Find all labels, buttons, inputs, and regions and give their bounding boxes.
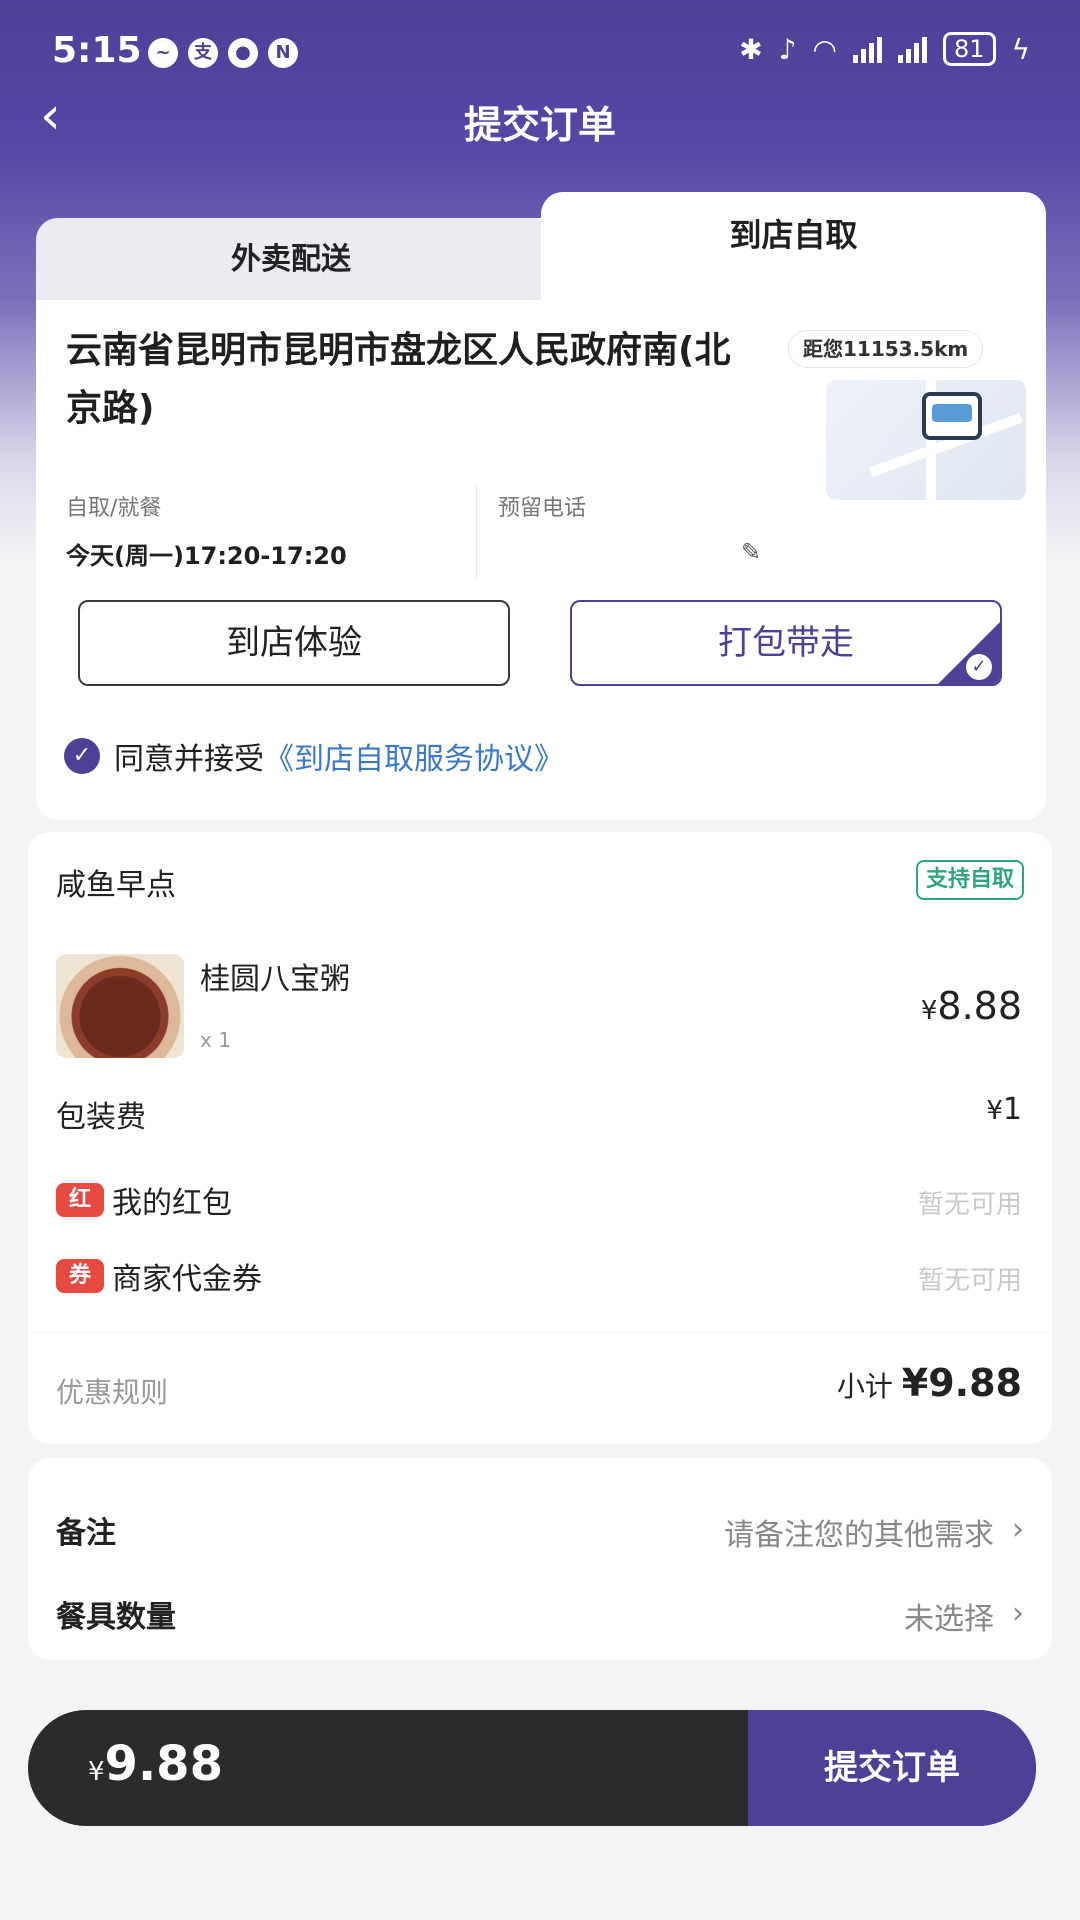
tab-delivery[interactable]: 外卖配送 bbox=[36, 218, 546, 302]
currency-symbol: ¥ bbox=[920, 996, 938, 1026]
subtotal-amount: ¥9.88 bbox=[901, 1361, 1022, 1405]
fulfillment-tabs: 外卖配送 到店自取 bbox=[36, 192, 1046, 302]
item-price: ¥8.88 bbox=[921, 984, 1022, 1028]
subtotal-row: 优惠规则 小计 ¥9.88 bbox=[28, 1332, 1052, 1444]
pickup-time-label: 自取/就餐 bbox=[66, 496, 162, 521]
tableware-label: 餐具数量 bbox=[56, 1600, 176, 1635]
store-address: 云南省昆明市昆明市盘龙区人民政府南(北京路) bbox=[66, 330, 731, 429]
wifi-icon: ◠ bbox=[812, 32, 837, 66]
store-icon bbox=[922, 392, 982, 440]
packaging-fee: ¥1 bbox=[986, 1092, 1022, 1127]
nfc-icon: N bbox=[268, 38, 298, 68]
promo-rules-link[interactable]: 优惠规则 bbox=[56, 1371, 168, 1411]
order-total-value: 9.88 bbox=[104, 1736, 223, 1792]
packaging-fee-value: 1 bbox=[1002, 1092, 1022, 1127]
message-icon: ● bbox=[228, 38, 258, 68]
subtotal: 小计 ¥9.88 bbox=[837, 1361, 1022, 1405]
mute-icon: ♪ bbox=[778, 32, 797, 66]
store-icon-awning bbox=[932, 404, 972, 422]
packaging-row: 包装费 ¥1 bbox=[56, 1092, 1022, 1136]
remark-row[interactable]: 备注 请备注您的其他需求 › bbox=[56, 1508, 1024, 1558]
chevron-right-icon: › bbox=[1012, 1596, 1024, 1631]
alipay-icon: 支 bbox=[188, 38, 218, 68]
tableware-row[interactable]: 餐具数量 未选择 › bbox=[56, 1592, 1024, 1642]
battery-indicator: 81 bbox=[942, 32, 996, 66]
page-title: 提交订单 bbox=[463, 103, 616, 147]
shop-name: 咸鱼早点 bbox=[56, 868, 176, 903]
system-icons: ✱ ♪ ◠ 81 ϟ bbox=[739, 32, 1030, 66]
bluetooth-icon: ✱ bbox=[739, 32, 763, 66]
order-card: 咸鱼早点 支持自取 桂圆八宝粥 x 1 ¥8.88 包装费 ¥1 红我的红包 暂… bbox=[28, 832, 1052, 1444]
pencil-icon[interactable]: ✎ bbox=[741, 538, 771, 568]
red-packet-label-group: 红我的红包 bbox=[56, 1178, 232, 1222]
info-divider bbox=[476, 485, 477, 580]
currency-symbol: ¥ bbox=[986, 1096, 1003, 1126]
pickup-time-value[interactable]: 今天(周一)17:20-17:20 bbox=[66, 536, 347, 571]
agreement-link[interactable]: 《到店自取服务协议》 bbox=[264, 734, 564, 778]
signal-icon-2 bbox=[897, 35, 927, 63]
pickup-support-badge: 支持自取 bbox=[915, 860, 1024, 900]
status-time: 5:15 bbox=[52, 30, 142, 71]
takeaway-label: 打包带走 bbox=[718, 623, 854, 663]
voucher-row[interactable]: 券商家代金券 暂无可用 bbox=[56, 1254, 1022, 1298]
red-packet-label: 我的红包 bbox=[112, 1186, 232, 1221]
phone-label: 预留电话 bbox=[498, 496, 587, 521]
red-packet-row[interactable]: 红我的红包 暂无可用 bbox=[56, 1178, 1022, 1222]
packaging-label: 包装费 bbox=[56, 1100, 146, 1135]
navigation-bar: ‹ 提交订单 bbox=[0, 90, 1080, 150]
currency-symbol: ¥ bbox=[88, 1757, 105, 1787]
agreement-checkbox[interactable]: ✓ bbox=[64, 738, 100, 774]
item-price-value: 8.88 bbox=[937, 984, 1022, 1028]
takeaway-button[interactable]: 打包带走 ✓ bbox=[570, 600, 1002, 686]
agreement-row: ✓ 同意并接受 《到店自取服务协议》 bbox=[64, 734, 564, 778]
distance-badge: 距您11153.5km bbox=[788, 330, 984, 368]
charging-icon: ϟ bbox=[1011, 32, 1030, 66]
agreement-text: 同意并接受 bbox=[114, 742, 264, 777]
red-packet-tag: 红 bbox=[56, 1183, 104, 1217]
item-name: 桂圆八宝粥 bbox=[200, 962, 350, 997]
status-bar: 5:15 ~ 支 ● N ✱ ♪ ◠ 81 ϟ bbox=[0, 0, 1080, 100]
checkout-bar: ¥9.88 提交订单 bbox=[28, 1710, 1036, 1826]
tab-pickup[interactable]: 到店自取 bbox=[541, 192, 1046, 302]
voucher-label-group: 券商家代金券 bbox=[56, 1254, 262, 1298]
app-notification-icon: ~ bbox=[148, 38, 178, 68]
food-image bbox=[56, 954, 184, 1058]
notification-icons: ~ 支 ● N bbox=[148, 38, 298, 68]
dine-in-button[interactable]: 到店体验 bbox=[78, 600, 510, 686]
chevron-right-icon: › bbox=[1012, 1512, 1024, 1547]
voucher-tag: 券 bbox=[56, 1259, 104, 1293]
item-quantity: x 1 bbox=[200, 1028, 231, 1052]
voucher-value: 暂无可用 bbox=[917, 1266, 1022, 1296]
pickup-card: 云南省昆明市昆明市盘龙区人民政府南(北京路) 距您11153.5km 自取/就餐… bbox=[36, 300, 1046, 820]
voucher-label: 商家代金券 bbox=[112, 1262, 262, 1297]
red-packet-value: 暂无可用 bbox=[917, 1190, 1022, 1220]
subtotal-label: 小计 bbox=[836, 1370, 893, 1403]
remark-placeholder: 请备注您的其他需求 bbox=[724, 1518, 994, 1553]
remark-label: 备注 bbox=[56, 1516, 116, 1551]
notes-card: 备注 请备注您的其他需求 › 餐具数量 未选择 › bbox=[28, 1458, 1052, 1660]
tableware-value: 未选择 bbox=[904, 1602, 994, 1637]
check-icon: ✓ bbox=[966, 654, 992, 680]
order-total: ¥9.88 bbox=[88, 1736, 223, 1792]
store-map-thumbnail[interactable] bbox=[826, 380, 1026, 500]
submit-order-button[interactable]: 提交订单 bbox=[748, 1710, 1036, 1826]
signal-icon bbox=[852, 35, 882, 63]
